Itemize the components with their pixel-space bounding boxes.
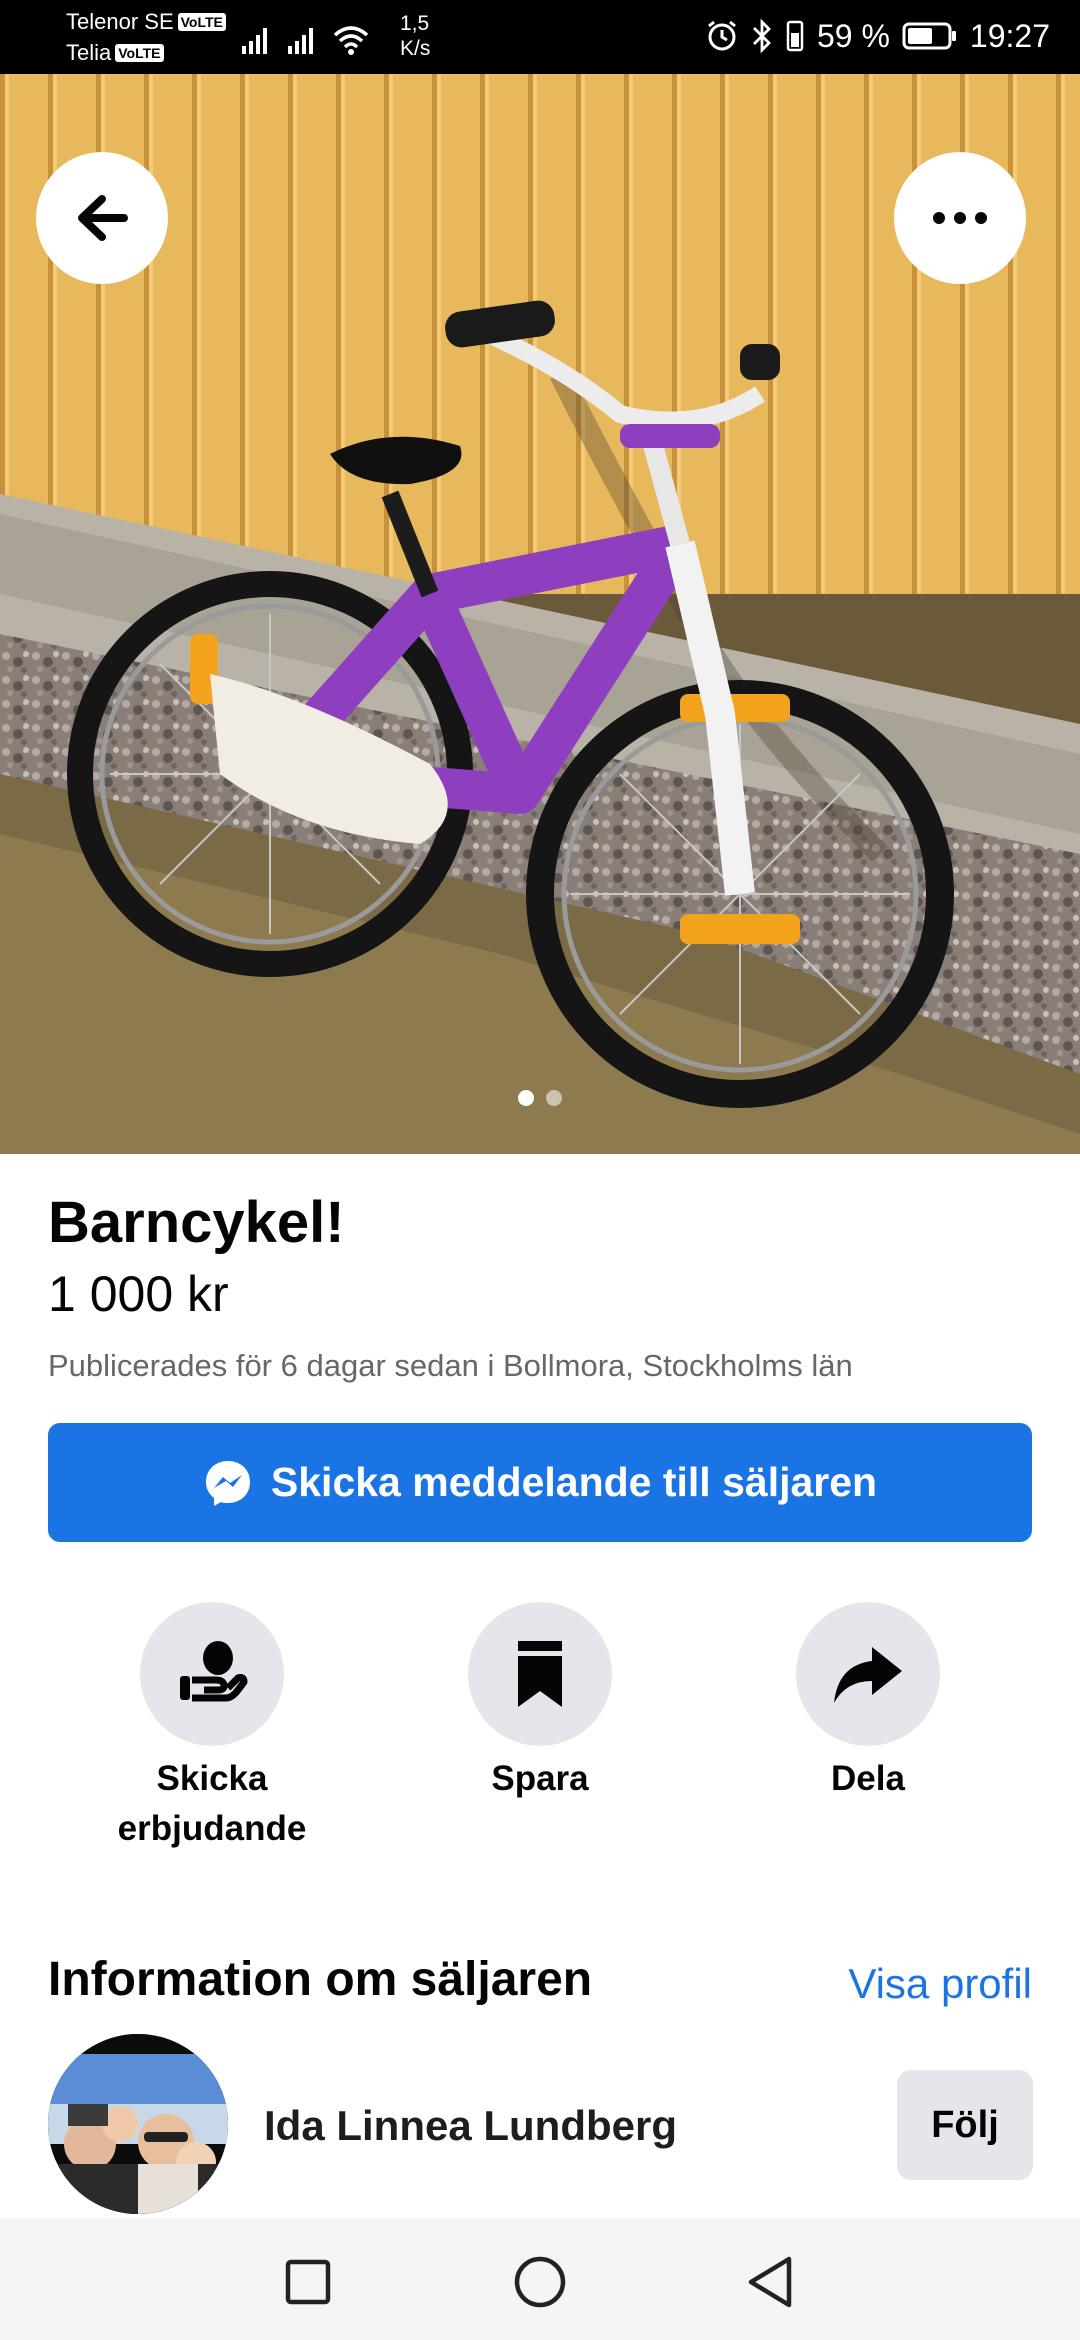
status-bar: Telenor SE VoLTE Telia VoLTE 1,5 K/s 59 % … <box>0 0 1080 74</box>
listing-meta: Publicerades för 6 dagar sedan i Bollmor… <box>48 1348 853 1383</box>
send-offer-button[interactable]: Skicka erbjudande <box>52 1602 372 1854</box>
signal-icon <box>288 28 313 54</box>
network-speed: 1,5 K/s <box>400 11 430 61</box>
speed-value: 1,5 <box>400 12 430 35</box>
carrier-1-label: Telenor SE <box>66 9 174 34</box>
share-arrow-icon <box>834 1647 902 1703</box>
signal-icons <box>240 16 370 56</box>
share-circle[interactable] <box>796 1602 940 1746</box>
save-button[interactable]: Spara <box>380 1602 700 1804</box>
signal-icon <box>242 28 267 54</box>
battery-icon <box>902 22 956 50</box>
volte-badge-1: VoLTE <box>177 13 226 31</box>
photo-dot[interactable] <box>546 1090 562 1106</box>
listing-title: Barncykel! <box>48 1190 345 1255</box>
send-offer-label-line1: Skicka <box>156 1759 268 1798</box>
vibrate-battery-icon <box>786 20 804 52</box>
messenger-icon <box>205 1460 250 1506</box>
message-seller-button[interactable]: Skicka meddelande till säljaren <box>48 1423 1032 1542</box>
battery-percent: 59 % <box>816 17 890 54</box>
circle-icon <box>514 2256 566 2308</box>
back-button[interactable] <box>36 152 168 284</box>
carrier-2: Telia VoLTE <box>66 40 164 66</box>
triangle-back-icon <box>748 2256 792 2308</box>
speed-unit: K/s <box>400 37 431 60</box>
view-profile-link[interactable]: Visa profil <box>848 1954 1032 2014</box>
clock: 19:27 <box>969 17 1050 54</box>
listing-price: 1 000 kr <box>48 1266 229 1322</box>
listing-photo[interactable] <box>0 74 1080 1154</box>
hand-coin-icon <box>180 1641 248 1702</box>
avatar-photo <box>48 2034 228 2214</box>
status-right: 59 % 19:27 <box>705 14 1050 58</box>
seller-name[interactable]: Ida Linnea Lundberg <box>264 2098 677 2154</box>
send-offer-circle[interactable] <box>140 1602 284 1746</box>
wifi-icon <box>333 26 369 55</box>
photo-pagination <box>0 1090 1080 1106</box>
volte-badge-2: VoLTE <box>115 44 164 62</box>
carrier-2-label: Telia <box>66 40 112 65</box>
listing-actions: Skicka erbjudande Spara Dela <box>0 1602 1080 1862</box>
carrier-1: Telenor SE VoLTE <box>66 9 226 35</box>
more-horizontal-icon <box>933 212 987 224</box>
share-button[interactable]: Dela <box>708 1602 1028 1804</box>
alarm-icon <box>708 20 736 51</box>
save-label: Spara <box>491 1759 589 1798</box>
square-icon <box>285 2259 331 2305</box>
send-offer-label: Skicka erbjudande <box>52 1754 372 1854</box>
share-label: Dela <box>831 1759 905 1798</box>
home-button[interactable] <box>512 2254 568 2310</box>
arrow-left-icon <box>78 195 128 241</box>
more-options-button[interactable] <box>894 152 1026 284</box>
bluetooth-icon <box>752 19 771 53</box>
send-offer-label-line2: erbjudande <box>117 1809 307 1848</box>
save-circle[interactable] <box>468 1602 612 1746</box>
photo-dot-active[interactable] <box>518 1090 534 1106</box>
bookmark-icon <box>518 1641 562 1707</box>
seller-section-heading: Information om säljaren <box>48 1953 593 2006</box>
system-back-button[interactable] <box>742 2254 798 2310</box>
recent-apps-button[interactable] <box>280 2254 336 2310</box>
seller-avatar[interactable] <box>48 2034 228 2214</box>
message-seller-label: Skicka meddelande till säljaren <box>270 1459 878 1505</box>
follow-button[interactable]: Följ <box>897 2070 1033 2180</box>
system-nav-bar <box>0 2218 1080 2340</box>
